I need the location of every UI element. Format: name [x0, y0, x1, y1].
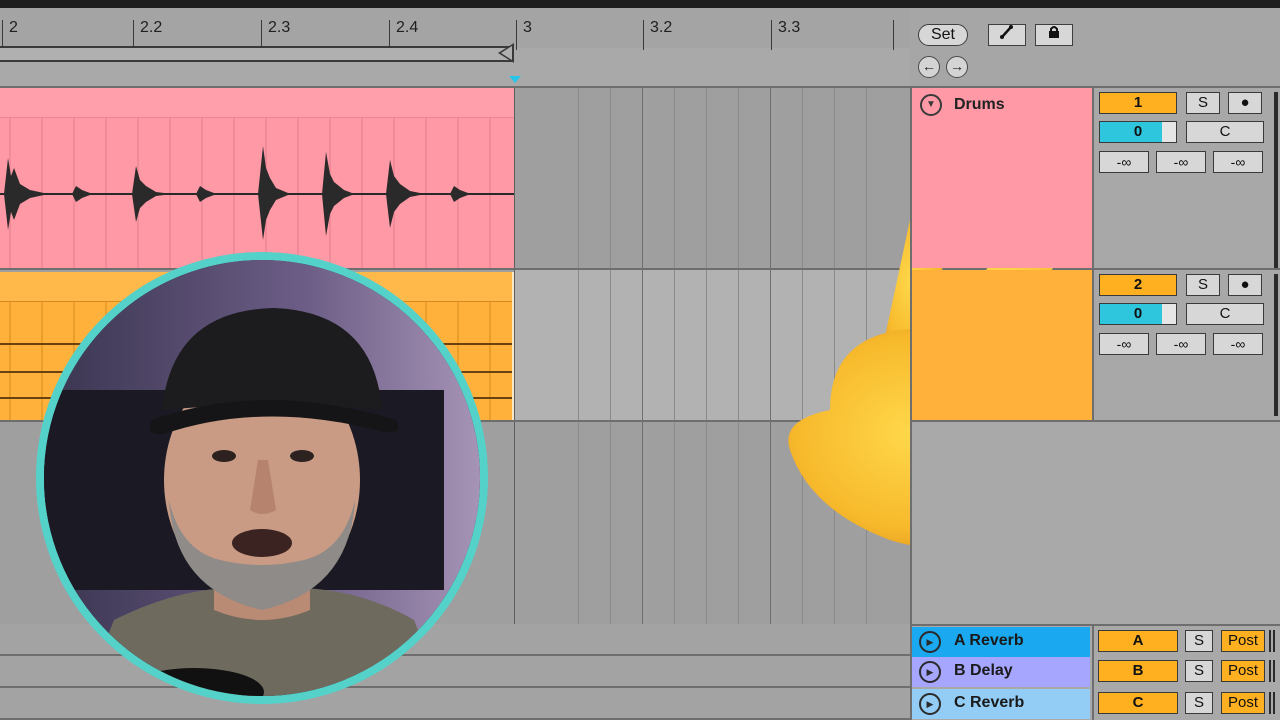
drums-waveform: [0, 118, 514, 268]
level-meter: [1269, 630, 1275, 652]
record-dot-icon: ●: [1240, 94, 1250, 111]
record-dot-icon: ●: [1240, 276, 1250, 293]
volume-slider[interactable]: 0: [1099, 303, 1177, 325]
lock-icon: [1049, 26, 1059, 38]
pan-knob[interactable]: C: [1186, 303, 1264, 325]
arrow-left-button[interactable]: ←: [918, 56, 940, 78]
pencil-draw-icon: [1000, 25, 1013, 39]
send-a-value[interactable]: -∞: [1099, 151, 1149, 173]
send-c-value[interactable]: -∞: [1213, 151, 1263, 173]
pan-knob[interactable]: C: [1186, 121, 1264, 143]
return-header[interactable]: ▶ B Delay: [912, 657, 1090, 687]
ruler-tick: 3.3: [771, 20, 800, 50]
mixer-track-1: 1 S ● 0 C -∞ -∞ -∞: [1094, 88, 1280, 268]
draw-mode-button[interactable]: [988, 24, 1026, 46]
return-track-b[interactable]: ▶ B Delay B S Post: [912, 656, 1280, 688]
return-name: C Reverb: [954, 694, 1025, 711]
return-track-c[interactable]: ▶ C Reverb C S Post: [912, 688, 1280, 720]
lock-envelopes-button[interactable]: [1035, 24, 1073, 46]
arrow-left-icon: ←: [922, 58, 936, 74]
loop-end-marker[interactable]: [498, 43, 514, 63]
return-name: A Reverb: [954, 632, 1024, 649]
return-header[interactable]: ▶ A Reverb: [912, 627, 1090, 657]
post-send-toggle[interactable]: Post: [1221, 660, 1265, 682]
set-button[interactable]: Set: [918, 24, 968, 46]
level-meter: [1274, 274, 1278, 416]
play-triangle-icon[interactable]: ▶: [919, 631, 941, 653]
volume-value: 0: [1133, 123, 1143, 140]
ruler-tick: 3.2: [643, 20, 672, 50]
level-meter: [1269, 660, 1275, 682]
post-send-toggle[interactable]: Post: [1221, 692, 1265, 714]
playhead-marker[interactable]: [509, 76, 521, 83]
ruler-tick: 3: [516, 20, 532, 50]
empty-track-area[interactable]: [912, 420, 1280, 624]
arm-record-button[interactable]: ●: [1228, 92, 1262, 114]
play-triangle-icon[interactable]: ▶: [919, 661, 941, 683]
volume-slider[interactable]: 0: [1099, 121, 1177, 143]
return-activator[interactable]: A: [1098, 630, 1178, 652]
return-name: B Delay: [954, 662, 1013, 679]
mixer-track-2: 2 S ● 0 C -∞ -∞ -∞: [1094, 270, 1280, 420]
arrangement-controls: [910, 8, 1280, 86]
track-header-drums[interactable]: ▼ Drums: [912, 88, 1092, 268]
return-activator[interactable]: B: [1098, 660, 1178, 682]
solo-button[interactable]: S: [1186, 274, 1220, 296]
arrow-right-icon: →: [950, 58, 964, 74]
presenter-portrait: [44, 260, 480, 696]
return-activator[interactable]: C: [1098, 692, 1178, 714]
solo-button[interactable]: S: [1185, 630, 1213, 652]
level-meter: [1274, 92, 1278, 268]
return-lane-c[interactable]: [0, 688, 910, 720]
clip-title-bar[interactable]: [0, 88, 514, 118]
volume-value: 0: [1133, 305, 1143, 322]
track-activator[interactable]: 2: [1099, 274, 1177, 296]
loop-brace[interactable]: [0, 46, 514, 62]
solo-button[interactable]: S: [1185, 692, 1213, 714]
beat-time-ruler[interactable]: 2 2.2 2.3 2.4 3 3.2 3.3: [0, 8, 910, 50]
solo-button[interactable]: S: [1186, 92, 1220, 114]
level-meter: [1269, 692, 1275, 714]
track-header-2[interactable]: [912, 270, 1092, 420]
presenter-webcam-overlay: [36, 252, 488, 704]
send-b-value[interactable]: -∞: [1156, 151, 1206, 173]
track-name: Drums: [954, 96, 1005, 113]
arm-record-button[interactable]: ●: [1228, 274, 1262, 296]
send-a-value[interactable]: -∞: [1099, 333, 1149, 355]
send-c-value[interactable]: -∞: [1213, 333, 1263, 355]
return-track-a[interactable]: ▶ A Reverb A S Post: [912, 624, 1280, 657]
return-header[interactable]: ▶ C Reverb: [912, 689, 1090, 719]
send-b-value[interactable]: -∞: [1156, 333, 1206, 355]
arrow-right-button[interactable]: →: [946, 56, 968, 78]
solo-button[interactable]: S: [1185, 660, 1213, 682]
drums-audio-clip[interactable]: [0, 88, 514, 268]
post-send-toggle[interactable]: Post: [1221, 630, 1265, 652]
top-bar: [0, 0, 1280, 8]
ruler-tick-end: [893, 20, 894, 50]
track-activator[interactable]: 1: [1099, 92, 1177, 114]
fold-chevron-icon[interactable]: ▼: [920, 94, 942, 116]
play-triangle-icon[interactable]: ▶: [919, 693, 941, 715]
